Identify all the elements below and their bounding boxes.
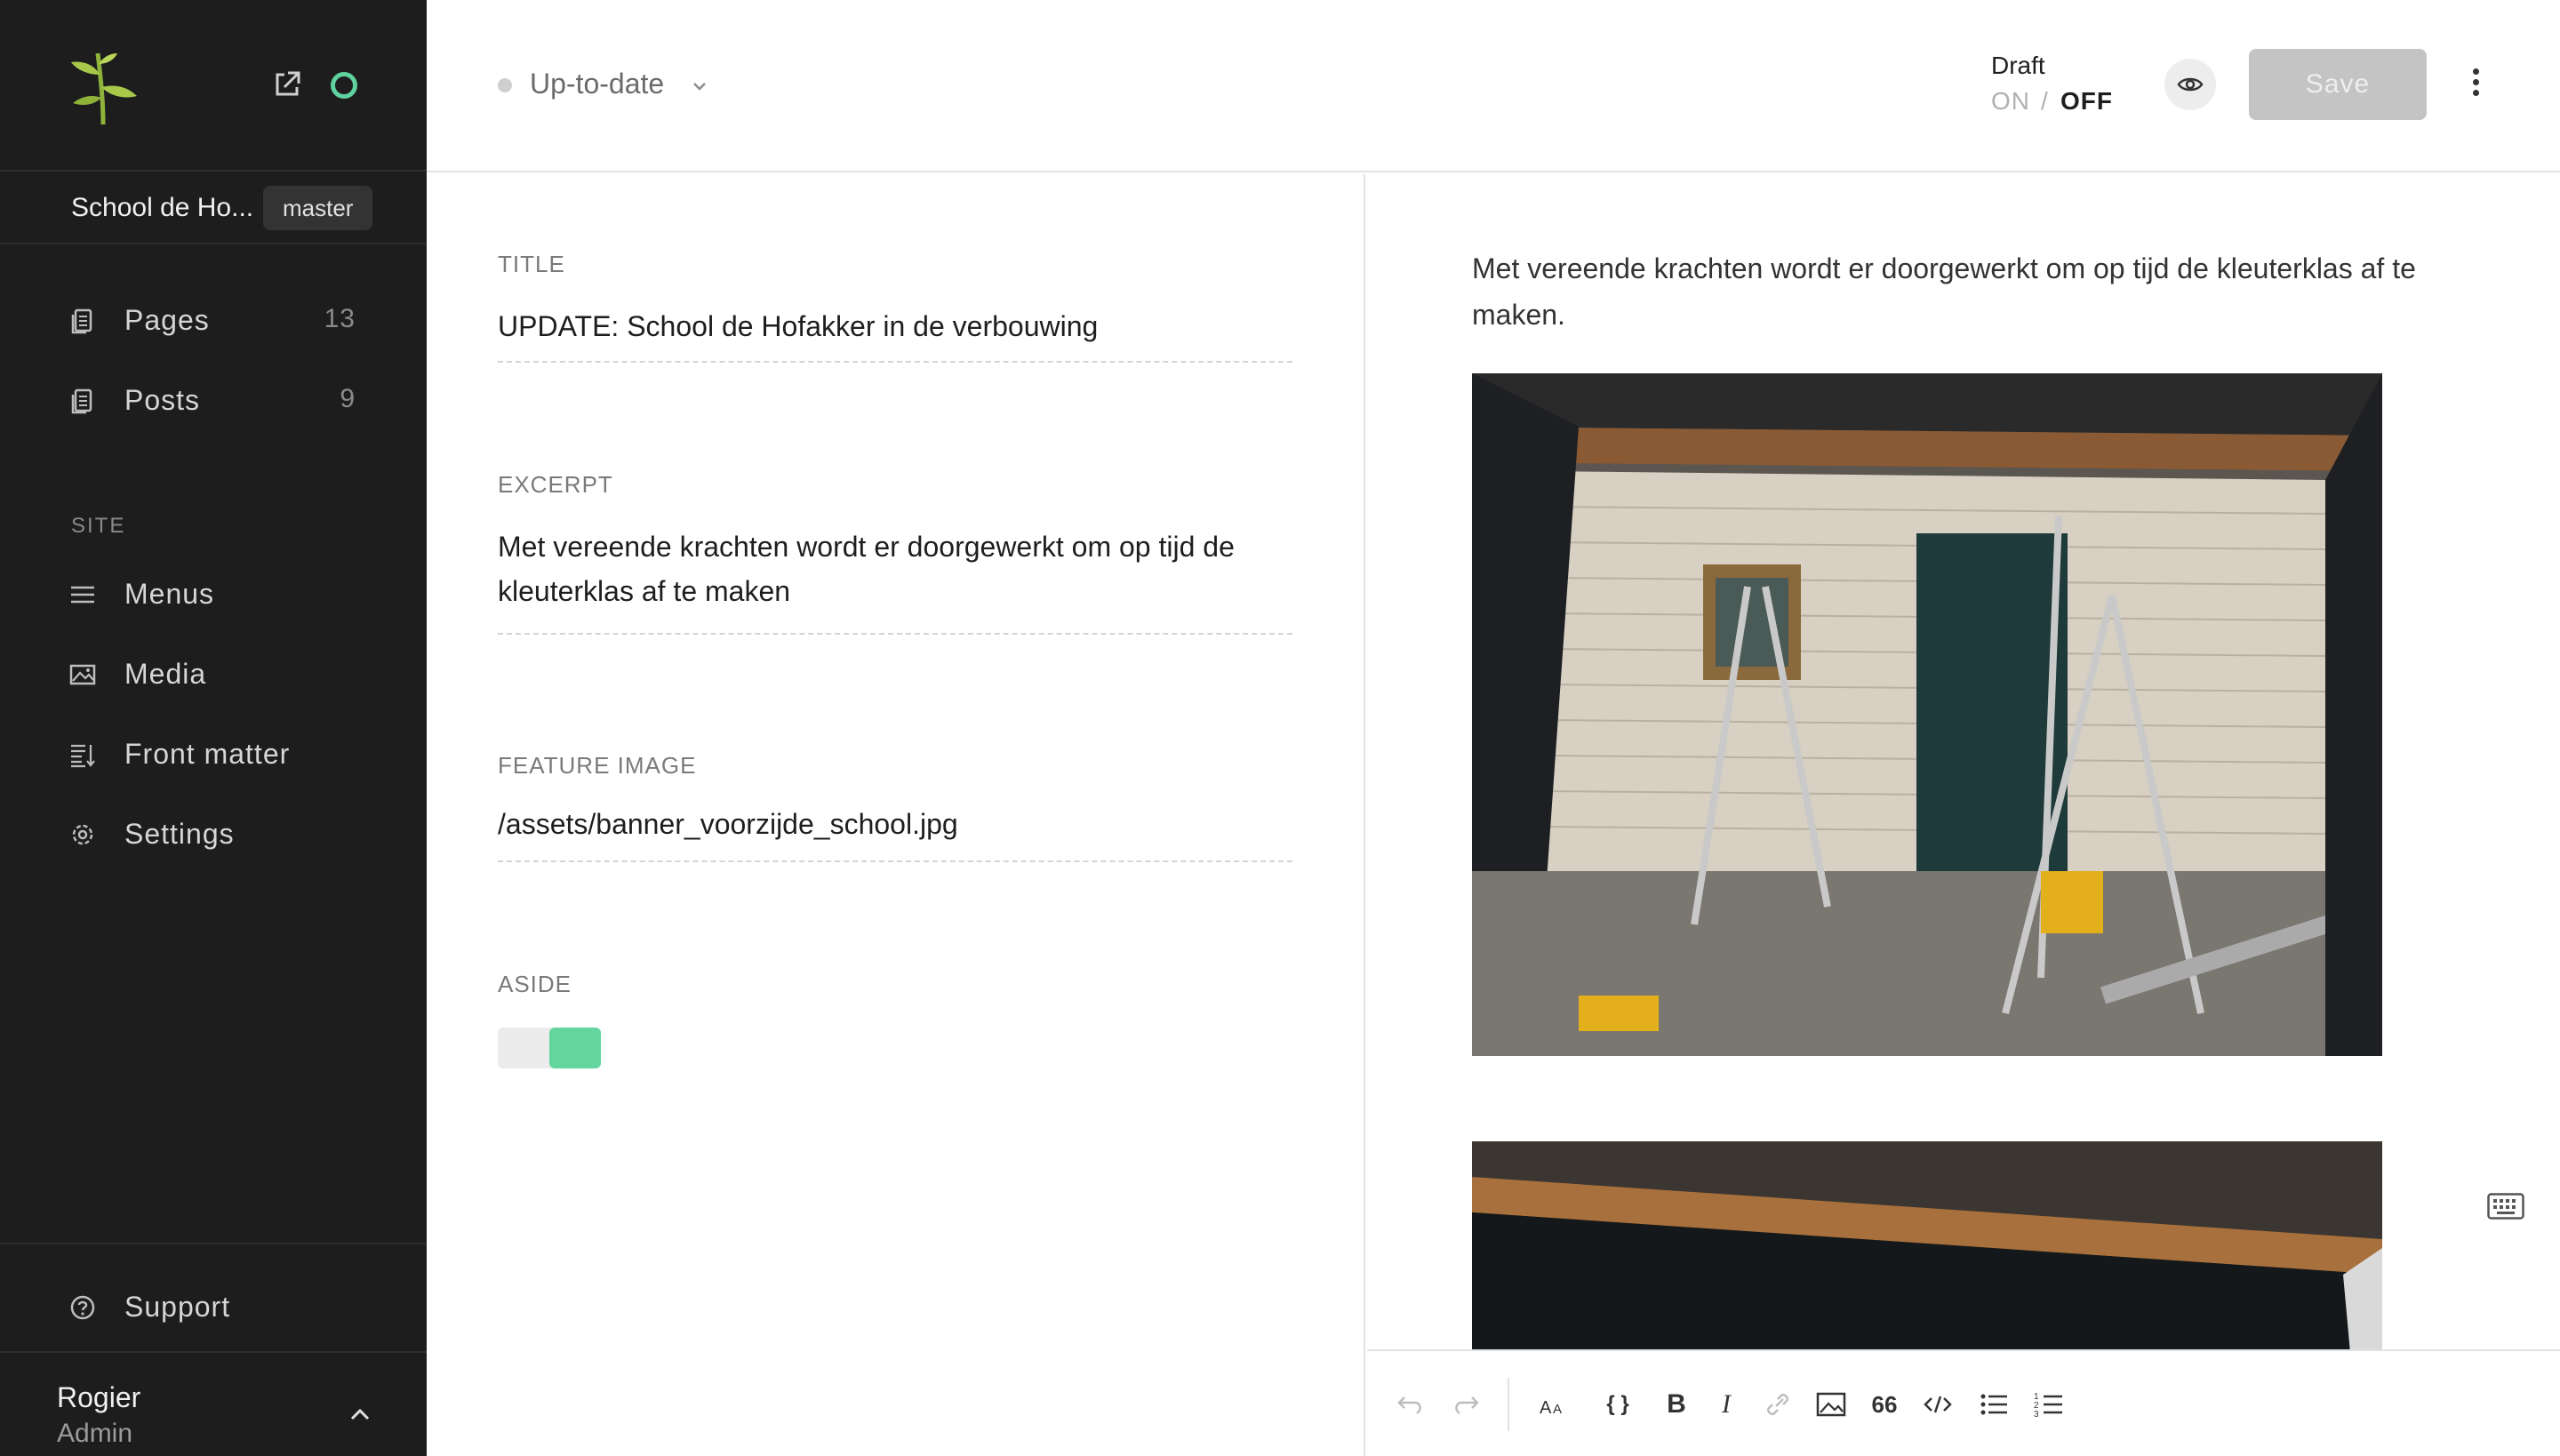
site-name: School de Ho...	[71, 193, 254, 222]
svg-text:A: A	[1540, 1398, 1552, 1418]
sidebar-item-count: 13	[324, 304, 356, 333]
branch-badge[interactable]: master	[263, 186, 373, 230]
sidebar-item-posts[interactable]: Posts 9	[0, 373, 427, 427]
roof-photo	[1472, 1141, 2382, 1349]
more-options-icon[interactable]	[2467, 64, 2484, 105]
toolbar-divider	[1508, 1378, 1509, 1431]
site-selector[interactable]: School de Ho... master	[0, 173, 427, 244]
content-editor[interactable]: Met vereende krachten wordt er doorgewer…	[1367, 174, 2560, 1349]
title-field[interactable]: UPDATE: School de Hofakker in de verbouw…	[498, 304, 1292, 363]
content-image-roof[interactable]	[1472, 1141, 2382, 1349]
chevron-down-icon[interactable]	[690, 76, 709, 96]
link-icon[interactable]	[1760, 1387, 1796, 1422]
toggle-knob	[549, 1028, 601, 1068]
sidebar-header	[0, 0, 427, 172]
sidebar-item-label: Front matter	[124, 738, 291, 770]
formatting-toolbar: A A { } B I 66 1 2 3	[1367, 1349, 2560, 1456]
title-label: TITLE	[498, 251, 565, 277]
draft-off-option[interactable]: OFF	[2060, 87, 2113, 116]
status-dot	[498, 78, 512, 92]
sidebar-item-support[interactable]: Support	[0, 1280, 427, 1333]
sidebar-item-menus[interactable]: Menus	[0, 567, 427, 620]
editor-header: Up-to-date Draft ON / OFF Save	[427, 0, 2560, 172]
italic-icon[interactable]: I	[1708, 1387, 1744, 1422]
svg-text:A: A	[1553, 1402, 1562, 1417]
quote-icon[interactable]: 66	[1867, 1387, 1902, 1422]
sidebar-item-label: Menus	[124, 578, 215, 610]
sync-status-icon	[331, 72, 357, 99]
external-link-icon[interactable]	[272, 69, 302, 100]
braces-icon[interactable]: { }	[1600, 1387, 1636, 1422]
gear-icon	[72, 824, 93, 845]
keyboard-icon[interactable]	[2487, 1193, 2524, 1220]
sort-list-icon	[71, 744, 95, 768]
construction-photo	[1472, 373, 2382, 1056]
section-label-site: SITE	[71, 514, 126, 538]
document-icon	[71, 388, 92, 414]
bold-icon[interactable]: B	[1659, 1387, 1694, 1422]
image-icon	[69, 664, 96, 685]
eye-icon	[2177, 77, 2204, 92]
sync-status-dropdown[interactable]: Up-to-date	[530, 68, 664, 100]
aside-toggle[interactable]	[498, 1028, 601, 1068]
preview-button[interactable]	[2164, 59, 2216, 110]
sidebar: School de Ho... master Pages 13 Posts 9 …	[0, 0, 427, 1456]
feature-image-label: FEATURE IMAGE	[498, 752, 697, 779]
front-matter-panel: TITLE UPDATE: School de Hofakker in de v…	[427, 174, 1365, 1456]
text-size-icon[interactable]: A A	[1538, 1387, 1573, 1422]
sidebar-item-label: Media	[124, 658, 207, 690]
body-paragraph[interactable]: Met vereende krachten wordt er doorgewer…	[1472, 245, 2459, 338]
user-name: Rogier	[57, 1381, 141, 1413]
draft-on-option[interactable]: ON	[1991, 87, 2030, 116]
undo-icon[interactable]	[1394, 1387, 1429, 1422]
sidebar-item-front-matter[interactable]: Front matter	[0, 727, 427, 780]
excerpt-field[interactable]: Met vereende krachten wordt er doorgewer…	[498, 524, 1292, 635]
sidebar-item-pages[interactable]: Pages 13	[0, 293, 427, 347]
bullet-list-icon[interactable]	[1977, 1387, 2012, 1422]
svg-text:3: 3	[2034, 1410, 2039, 1420]
code-icon[interactable]	[1920, 1387, 1956, 1422]
sidebar-item-label: Support	[124, 1291, 231, 1323]
save-button[interactable]: Save	[2249, 49, 2427, 120]
sidebar-item-media[interactable]: Media	[0, 647, 427, 700]
draft-label: Draft	[1991, 52, 2045, 79]
image-icon[interactable]	[1813, 1387, 1849, 1422]
sidebar-item-count: 9	[340, 384, 356, 413]
document-icon	[71, 308, 92, 334]
sidebar-item-label: Settings	[124, 818, 235, 850]
numbered-list-icon[interactable]: 1 2 3	[2032, 1387, 2068, 1422]
sidebar-item-label: Posts	[124, 384, 201, 416]
user-menu[interactable]: Rogier Admin	[0, 1351, 427, 1456]
content-image-construction[interactable]	[1472, 373, 2382, 1056]
redo-icon[interactable]	[1447, 1387, 1483, 1422]
draft-separator: /	[2041, 87, 2048, 115]
excerpt-label: EXCERPT	[498, 471, 613, 498]
sidebar-item-label: Pages	[124, 304, 210, 336]
hamburger-menu-icon	[71, 586, 94, 604]
feature-image-field[interactable]: /assets/banner_voorzijde_school.jpg	[498, 802, 1292, 862]
sidebar-item-settings[interactable]: Settings	[0, 807, 427, 860]
chevron-up-icon[interactable]	[348, 1403, 372, 1426]
plant-logo-icon[interactable]	[68, 48, 140, 124]
aside-label: ASIDE	[498, 971, 572, 997]
user-role: Admin	[57, 1419, 133, 1448]
help-circle-icon	[70, 1295, 95, 1320]
